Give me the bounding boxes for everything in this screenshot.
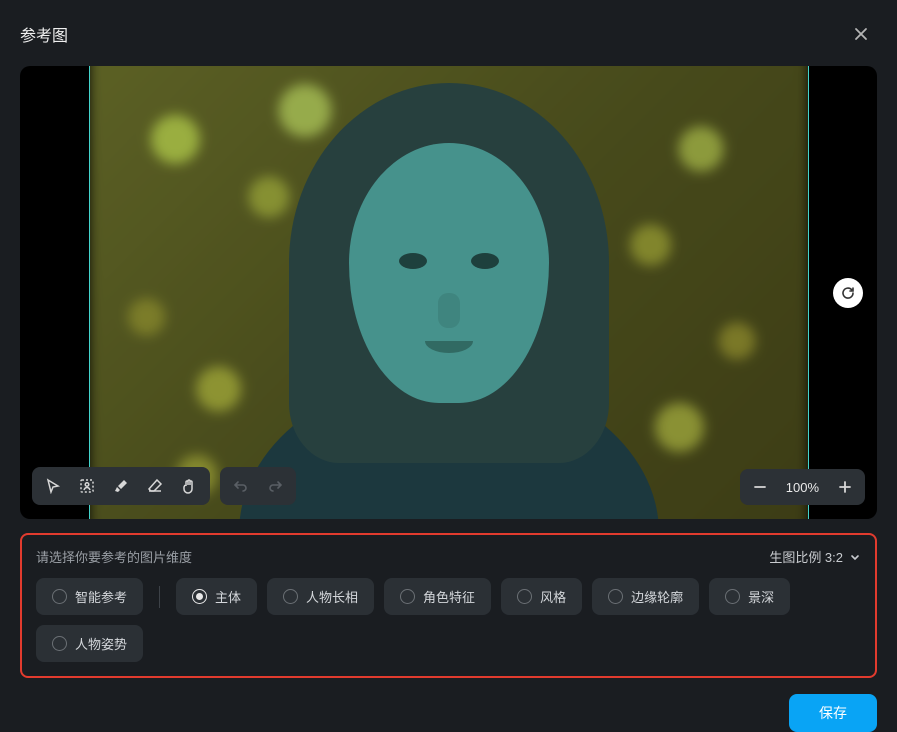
radio-icon: [725, 589, 740, 604]
hand-tool[interactable]: [172, 471, 206, 501]
close-icon: [853, 26, 869, 42]
radio-icon: [608, 589, 623, 604]
zoom-in-button[interactable]: [831, 473, 859, 501]
dimension-option-label: 风格: [540, 587, 566, 606]
brush-icon: [113, 478, 129, 494]
reference-image: [89, 66, 809, 519]
radio-icon: [283, 589, 298, 604]
undo-icon: [233, 478, 249, 494]
dimension-prompt: 请选择你要参考的图片维度: [36, 547, 192, 566]
dimension-option-subject[interactable]: 主体: [176, 578, 257, 615]
image-crop-area[interactable]: [89, 66, 809, 519]
close-button[interactable]: [849, 22, 873, 46]
zoom-value: 100%: [778, 480, 827, 495]
select-subject-tool[interactable]: [70, 471, 104, 501]
eraser-tool[interactable]: [138, 471, 172, 501]
aspect-ratio-selector[interactable]: 生图比例 3:2: [769, 547, 861, 566]
dimension-option-smart-reference[interactable]: 智能参考: [36, 578, 143, 615]
dimension-option-edge-contour[interactable]: 边缘轮廓: [592, 578, 699, 615]
zoom-out-button[interactable]: [746, 473, 774, 501]
dimension-option-pose[interactable]: 人物姿势: [36, 625, 143, 662]
dimension-option-label: 景深: [748, 587, 774, 606]
modal-header: 参考图: [0, 0, 897, 66]
brush-tool[interactable]: [104, 471, 138, 501]
option-divider: [159, 586, 160, 608]
radio-icon: [517, 589, 532, 604]
minus-icon: [753, 480, 767, 494]
dimension-option-label: 角色特征: [423, 587, 475, 606]
chevron-down-icon: [849, 551, 861, 563]
cursor-tool[interactable]: [36, 471, 70, 501]
cursor-icon: [45, 478, 61, 494]
dimension-option-style[interactable]: 风格: [501, 578, 582, 615]
dimension-option-label: 边缘轮廓: [631, 587, 683, 606]
dimension-option-label: 主体: [215, 587, 241, 606]
brush-toolbar: [32, 467, 296, 505]
modal-title: 参考图: [20, 22, 68, 46]
dimension-option-label: 人物长相: [306, 587, 358, 606]
dimension-option-depth[interactable]: 景深: [709, 578, 790, 615]
dimension-option-label: 人物姿势: [75, 634, 127, 653]
refresh-icon: [840, 285, 856, 301]
dimension-option-face[interactable]: 人物长相: [267, 578, 374, 615]
zoom-controls: 100%: [740, 469, 865, 505]
modal-footer: 保存: [0, 678, 897, 732]
redo-icon: [267, 478, 283, 494]
select-subject-icon: [79, 478, 95, 494]
refresh-button[interactable]: [833, 278, 863, 308]
redo-button[interactable]: [258, 471, 292, 501]
radio-icon: [400, 589, 415, 604]
plus-icon: [838, 480, 852, 494]
eraser-icon: [147, 478, 163, 494]
aspect-ratio-label: 生图比例 3:2: [769, 547, 843, 566]
dimension-option-label: 智能参考: [75, 587, 127, 606]
hand-icon: [181, 478, 197, 494]
radio-icon: [52, 589, 67, 604]
radio-icon: [52, 636, 67, 651]
dimension-option-character-features[interactable]: 角色特征: [384, 578, 491, 615]
save-button[interactable]: 保存: [789, 694, 877, 732]
image-canvas[interactable]: 100%: [20, 66, 877, 519]
radio-icon: [192, 589, 207, 604]
reference-image-modal: 参考图: [0, 0, 897, 732]
undo-button[interactable]: [224, 471, 258, 501]
dimension-options-row: 智能参考 主体 人物长相 角色特征 风格 边缘轮廓: [36, 578, 861, 662]
dimension-selection-panel: 请选择你要参考的图片维度 生图比例 3:2 智能参考 主体 人物长相: [20, 533, 877, 678]
